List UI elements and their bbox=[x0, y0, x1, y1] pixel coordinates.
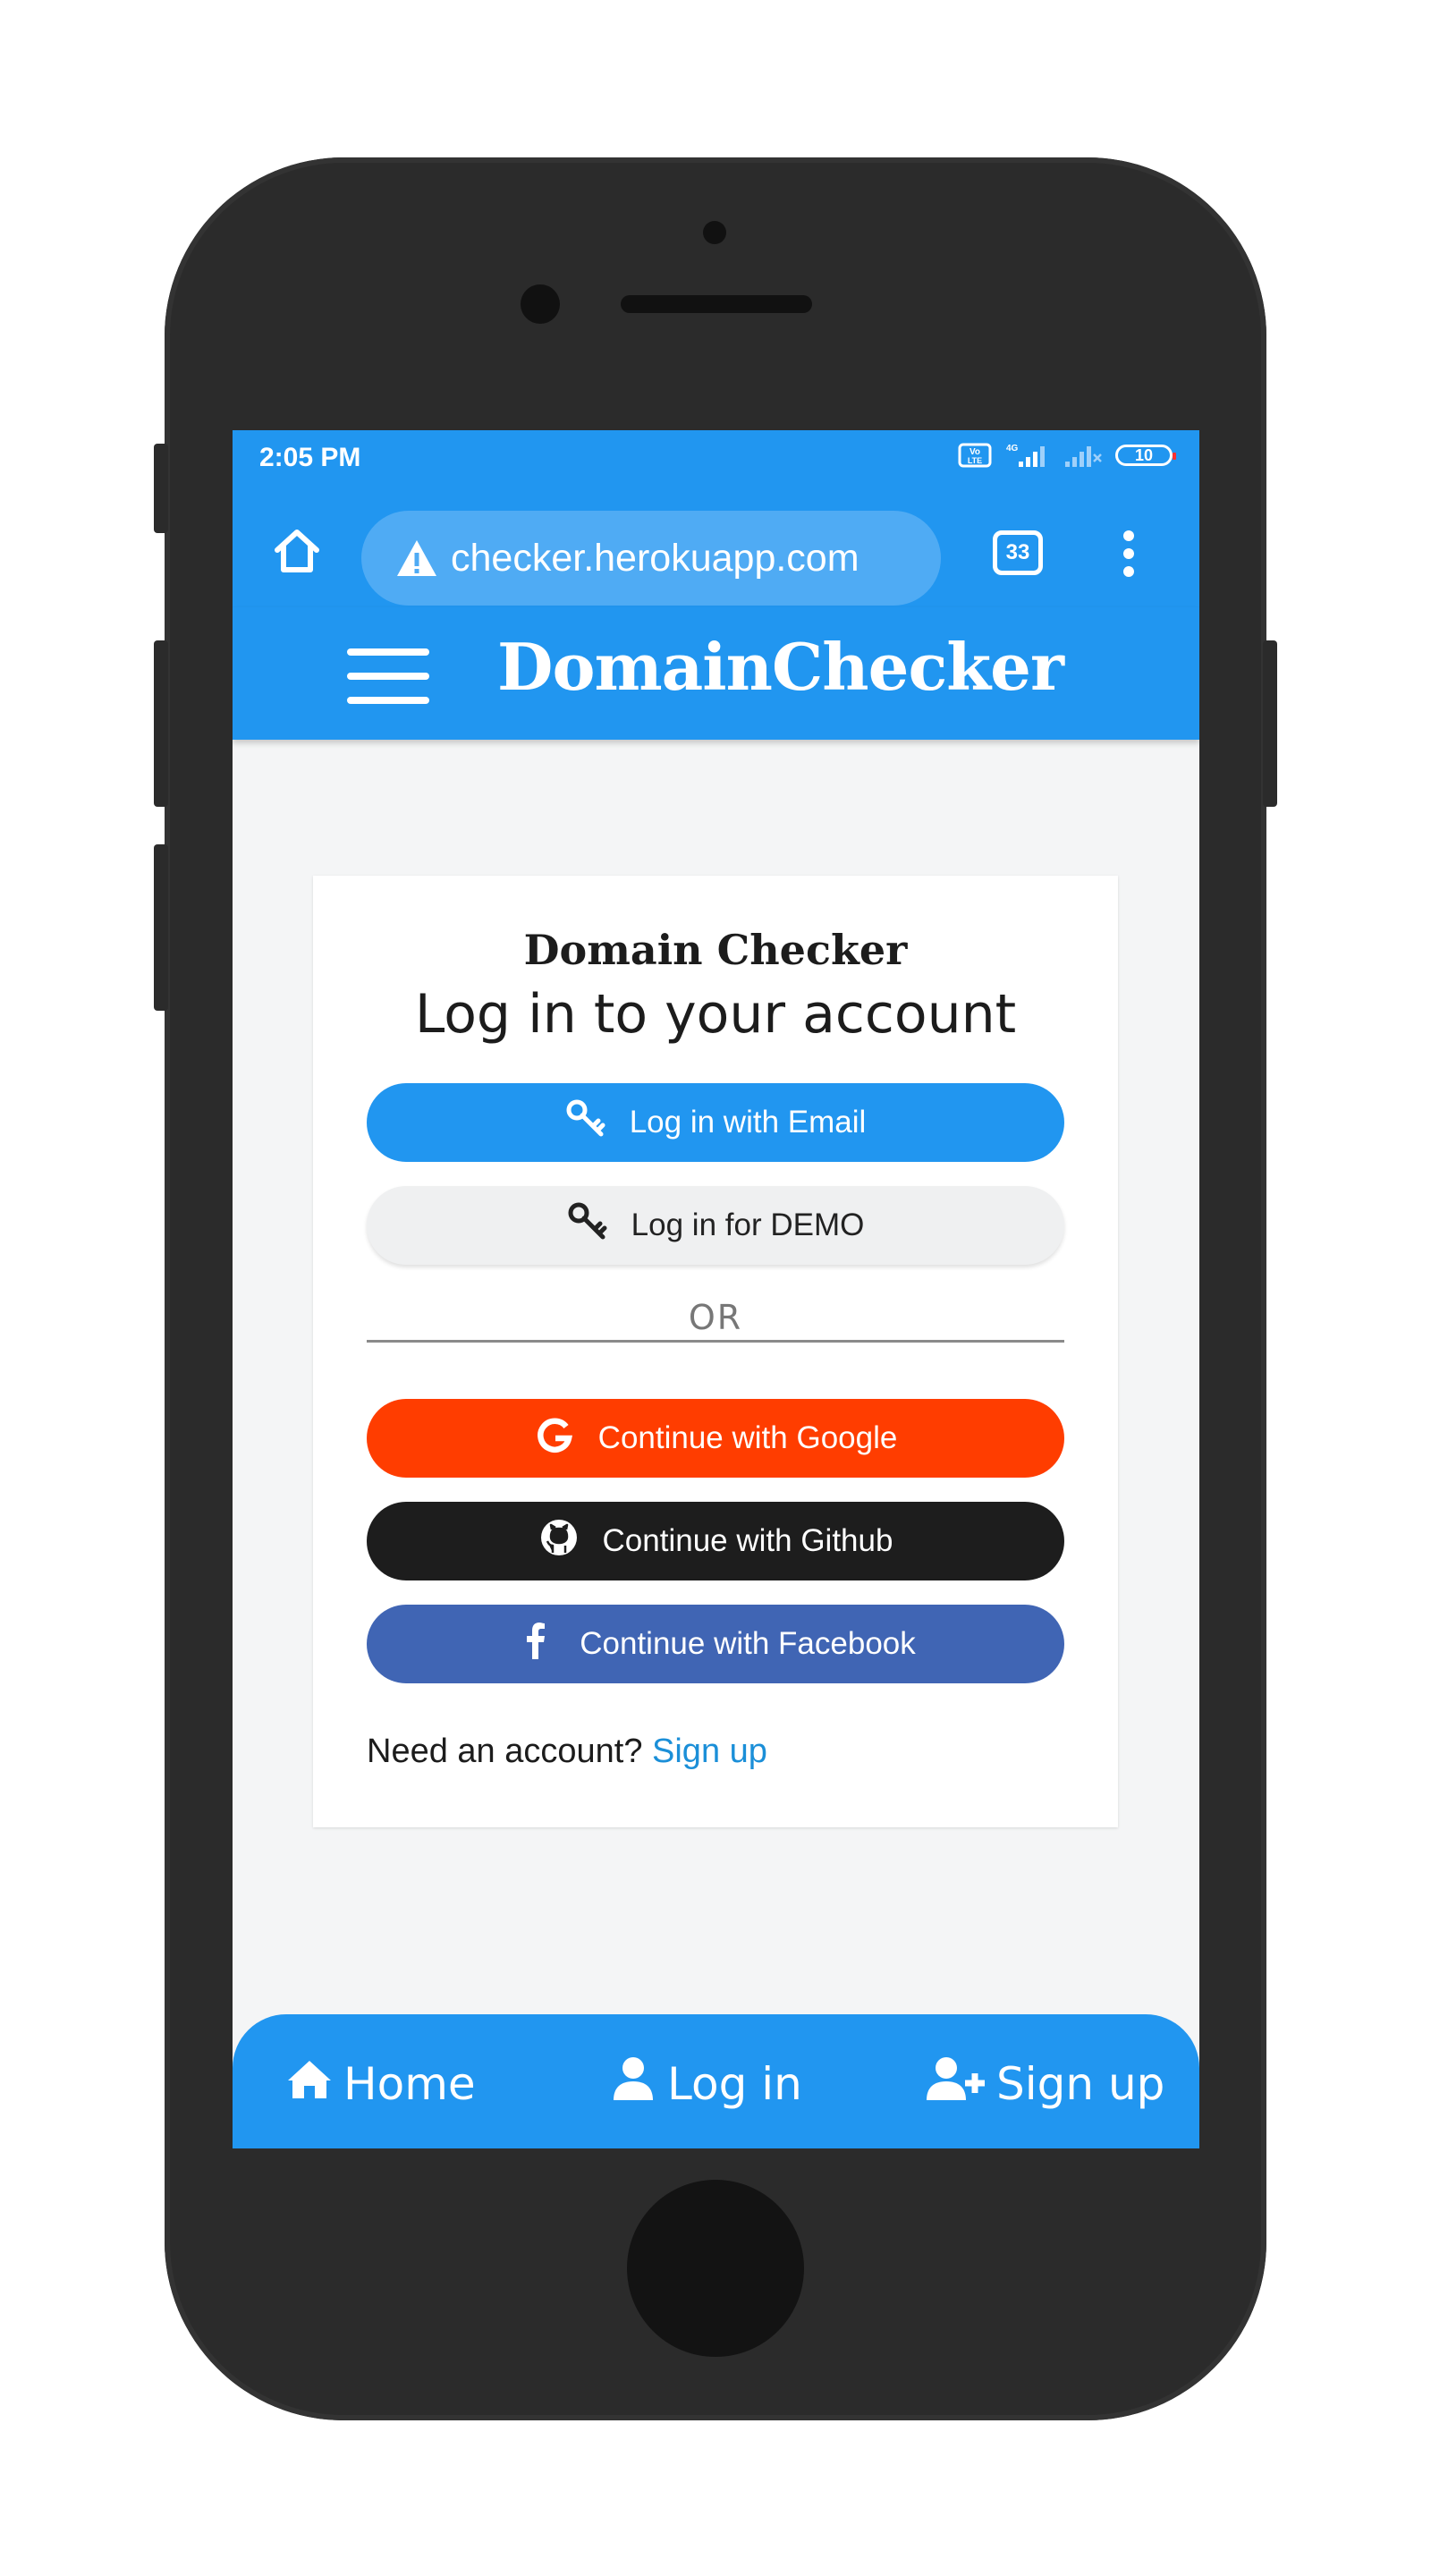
phone-volume-up-button bbox=[154, 640, 168, 807]
warning-icon[interactable] bbox=[394, 535, 440, 581]
google-icon bbox=[534, 1414, 575, 1463]
bottom-nav-signup[interactable]: Sign up bbox=[925, 2054, 1164, 2114]
phone-front-camera bbox=[521, 284, 560, 324]
phone-sensor bbox=[703, 221, 726, 244]
home-icon bbox=[284, 2054, 334, 2114]
user-icon bbox=[608, 2054, 658, 2114]
github-login-label: Continue with Github bbox=[602, 1523, 893, 1558]
status-icons: Vo LTE 4G 10 bbox=[958, 443, 1176, 468]
status-bar: 2:05 PM Vo LTE 4G 10 bbox=[233, 430, 1199, 493]
login-email-label: Log in with Email bbox=[629, 1105, 867, 1140]
navbar-brand[interactable]: DomainChecker bbox=[497, 629, 1064, 705]
phone-home-button[interactable] bbox=[627, 2180, 804, 2357]
bottom-nav-home-label: Home bbox=[343, 2058, 476, 2110]
signup-link[interactable]: Sign up bbox=[652, 1733, 767, 1770]
or-divider: OR bbox=[367, 1292, 1064, 1343]
github-icon bbox=[538, 1517, 580, 1566]
bottom-nav-signup-label: Sign up bbox=[996, 2058, 1165, 2110]
facebook-login-label: Continue with Facebook bbox=[580, 1626, 916, 1661]
status-time: 2:05 PM bbox=[259, 443, 361, 472]
bottom-nav-login-label: Log in bbox=[667, 2058, 802, 2110]
battery-level: 10 bbox=[1134, 445, 1154, 464]
key-icon bbox=[567, 1201, 608, 1250]
user-plus-icon bbox=[925, 2054, 987, 2114]
facebook-icon bbox=[515, 1620, 556, 1669]
login-demo-button[interactable]: Log in for DEMO bbox=[367, 1186, 1064, 1265]
signal-4g-icon: 4G bbox=[1004, 443, 1051, 468]
phone-screen: 2:05 PM Vo LTE 4G 10 checker.herokuapp.co… bbox=[233, 430, 1199, 2148]
volte-icon: Vo LTE bbox=[958, 443, 992, 468]
svg-text:LTE: LTE bbox=[968, 456, 982, 465]
more-vert-icon[interactable] bbox=[1118, 529, 1139, 579]
login-card: Domain Checker Log in to your account Lo… bbox=[313, 876, 1118, 1827]
url-text[interactable]: checker.herokuapp.com bbox=[451, 537, 916, 580]
tab-count: 33 bbox=[1005, 540, 1030, 564]
svg-text:4G: 4G bbox=[1006, 444, 1019, 453]
signal-no-service-icon bbox=[1063, 443, 1103, 468]
page-title: Log in to your account bbox=[414, 983, 1017, 1046]
bottom-nav: Home Log in Sign up bbox=[233, 2014, 1199, 2148]
signup-prompt-row: Need an account? Sign up bbox=[367, 1733, 767, 1771]
hamburger-icon[interactable] bbox=[347, 648, 429, 706]
login-demo-label: Log in for DEMO bbox=[631, 1208, 865, 1242]
phone-mute-button bbox=[154, 444, 168, 533]
divider-line bbox=[367, 1340, 1064, 1343]
google-login-button[interactable]: Continue with Google bbox=[367, 1399, 1064, 1478]
app-navbar: DomainChecker bbox=[233, 607, 1199, 740]
google-login-label: Continue with Google bbox=[597, 1420, 898, 1455]
battery-icon: 10 bbox=[1115, 445, 1176, 466]
phone-volume-down-button bbox=[154, 844, 168, 1011]
card-brand: Domain Checker bbox=[523, 926, 908, 974]
signup-prompt: Need an account? bbox=[367, 1733, 643, 1770]
phone-power-button bbox=[1263, 640, 1277, 807]
home-icon[interactable] bbox=[270, 523, 324, 577]
phone-speaker bbox=[621, 295, 812, 313]
address-bar[interactable]: checker.herokuapp.com bbox=[361, 511, 941, 606]
bottom-nav-login[interactable]: Log in bbox=[608, 2054, 802, 2114]
github-login-button[interactable]: Continue with Github bbox=[367, 1502, 1064, 1580]
bottom-nav-home[interactable]: Home bbox=[284, 2054, 476, 2114]
key-icon bbox=[565, 1098, 606, 1148]
tabs-icon[interactable]: 33 bbox=[993, 530, 1043, 575]
or-label: OR bbox=[688, 1298, 743, 1337]
browser-toolbar: checker.herokuapp.com 33 bbox=[233, 493, 1199, 609]
login-email-button[interactable]: Log in with Email bbox=[367, 1083, 1064, 1162]
facebook-login-button[interactable]: Continue with Facebook bbox=[367, 1605, 1064, 1683]
